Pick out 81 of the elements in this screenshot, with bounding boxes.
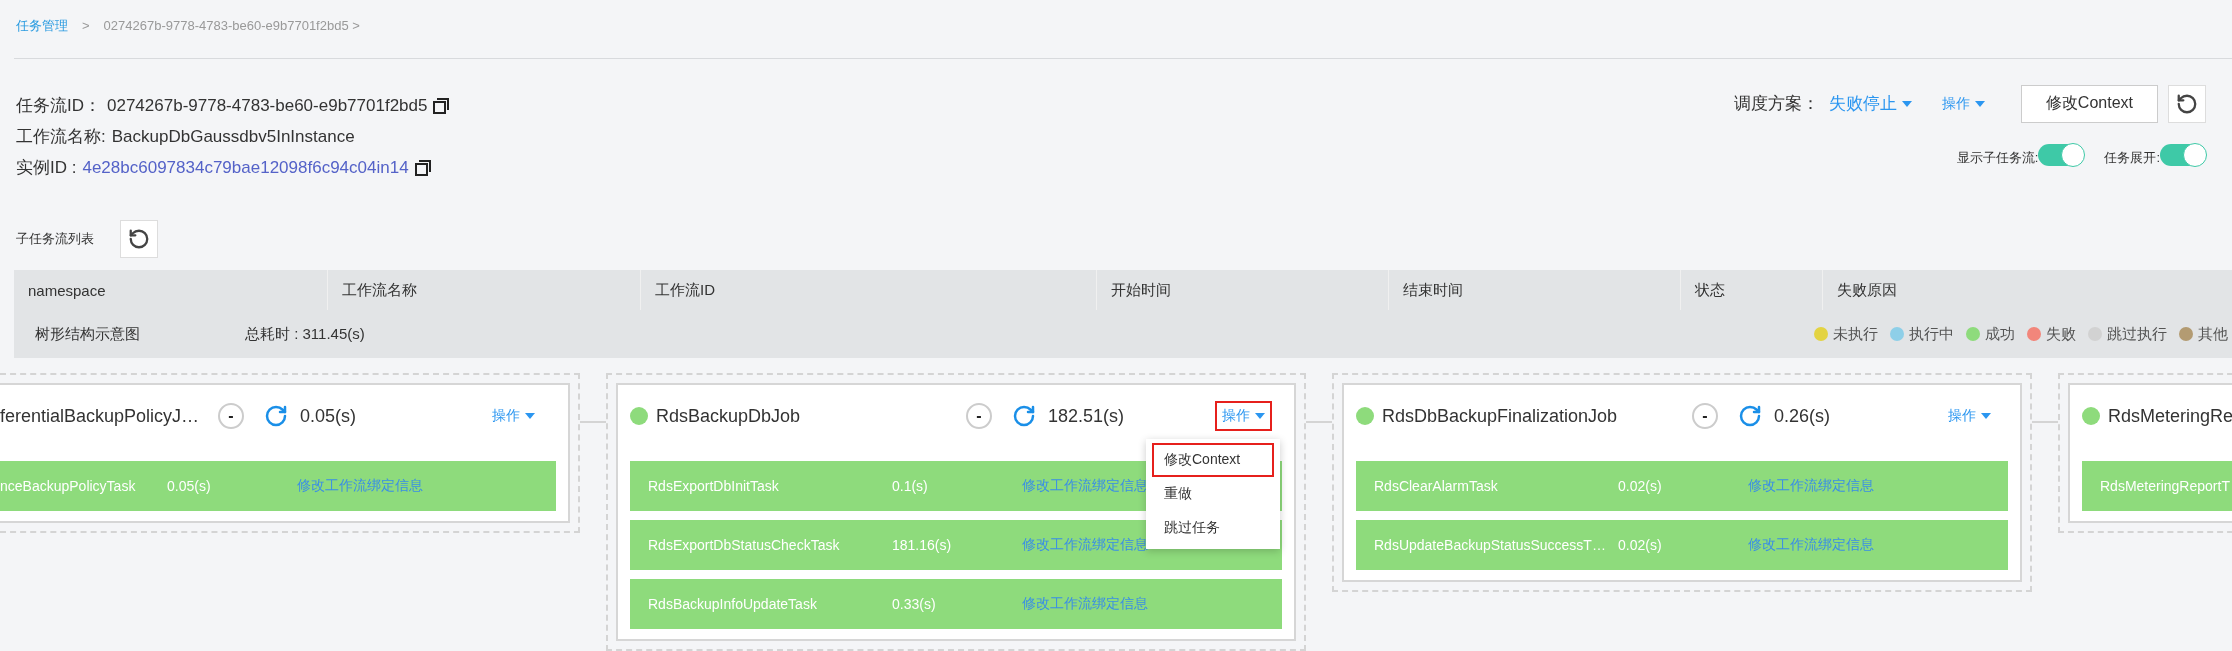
collapse-button[interactable]: - [1692, 403, 1718, 429]
toggle-switch[interactable] [2038, 143, 2085, 166]
column-header: 开始时间 [1111, 280, 1171, 300]
task-duration: 181.16(s) [892, 537, 953, 553]
info-label: 实例ID : [16, 157, 77, 180]
edit-binding-link[interactable]: 修改工作流绑定信息 [1748, 477, 1874, 495]
tree-title: 树形结构示意图 [35, 324, 141, 344]
task-duration: 0.02(s) [1618, 478, 1663, 494]
job-name: ferentialBackupPolicyJ… [0, 405, 201, 427]
task-name: RdsBackupInfoUpdateTask [648, 596, 818, 612]
task-name: nceBackupPolicyTask [0, 478, 137, 494]
job-duration: 0.05(s) [300, 405, 357, 427]
job-name: RdsDbBackupFinalizationJob [1382, 405, 1619, 427]
task-name: RdsExportDbStatusCheckTask [648, 537, 841, 553]
section-title: 子任务流列表 [16, 230, 94, 249]
info-label: 任务流ID： [16, 95, 101, 118]
refresh-button[interactable] [120, 220, 158, 259]
column-header: 失败原因 [1837, 280, 1897, 300]
actions-dropdown[interactable]: 操作 [1941, 94, 1985, 113]
task-duration: 0.1(s) [892, 478, 929, 494]
legend-label: 成功 [1985, 324, 2015, 344]
breadcrumb-item: 0274267b-9778-4783-be60-e9b7701f2bd5 > [103, 18, 360, 34]
job-duration: 182.51(s) [1048, 405, 1125, 427]
job-name: RdsBackupDbJob [656, 405, 802, 427]
breadcrumb-separator: > [82, 18, 90, 34]
column-header: 工作流名称 [342, 280, 417, 300]
schedule-dropdown[interactable]: 失败停止 [1828, 92, 1912, 116]
collapse-button[interactable]: - [218, 403, 244, 429]
task-duration: 0.33(s) [892, 596, 937, 612]
refresh-button[interactable] [2168, 84, 2206, 123]
edit-binding-link[interactable]: 修改工作流绑定信息 [1748, 536, 1874, 554]
task-name: RdsExportDbInitTask [648, 478, 780, 494]
copy-icon[interactable] [414, 159, 431, 176]
legend-label: 其他 [2198, 324, 2228, 344]
caret-icon [525, 413, 535, 419]
actions-dropdown[interactable]: 操作 [1215, 401, 1272, 431]
legend-label: 跳过执行 [2107, 324, 2167, 344]
caret-icon [1901, 100, 1912, 107]
toggle-switch[interactable] [2160, 143, 2206, 166]
schedule-label: 调度方案： [1733, 93, 1819, 116]
job-duration: 0.26(s) [1774, 405, 1831, 427]
refresh-icon[interactable] [1738, 404, 1762, 428]
column-header: namespace [28, 281, 106, 299]
edit-binding-link[interactable]: 修改工作流绑定信息 [1022, 477, 1148, 495]
edit-context-button[interactable]: 修改Context [2020, 84, 2158, 123]
actions-dropdown[interactable]: 操作 [1941, 401, 1998, 431]
caret-icon [1974, 100, 1985, 107]
task-duration: 0.02(s) [1618, 537, 1663, 553]
refresh-icon [2176, 92, 2198, 115]
menu-item[interactable]: 修改Context [1152, 443, 1274, 477]
legend-label: 未执行 [1833, 324, 1878, 344]
task-name: RdsUpdateBackupStatusSuccessT… [1374, 537, 1607, 553]
column-header: 结束时间 [1403, 280, 1463, 300]
caret-icon [1981, 413, 1991, 419]
info-value: 0274267b-9778-4783-be60-e9b7701f2bd5 [107, 95, 428, 116]
task-name: RdsClearAlarmTask [1374, 478, 1499, 494]
refresh-icon [128, 228, 150, 251]
total-time: 总耗时 : 311.45(s) [245, 324, 365, 344]
menu-item[interactable]: 跳过任务 [1152, 511, 1274, 545]
job-name: RdsMeteringRe [2108, 405, 2232, 427]
info-label: 工作流名称: [16, 126, 106, 149]
collapse-button[interactable]: - [966, 403, 992, 429]
info-value: BackupDbGaussdbv5InInstance [111, 126, 355, 147]
refresh-icon[interactable] [1012, 404, 1036, 428]
edit-binding-link[interactable]: 修改工作流绑定信息 [297, 477, 423, 495]
menu-item[interactable]: 重做 [1152, 477, 1274, 511]
caret-icon [1255, 413, 1265, 419]
refresh-icon[interactable] [264, 404, 288, 428]
edit-binding-link[interactable]: 修改工作流绑定信息 [1022, 595, 1148, 613]
task-name: RdsMeteringReportT [2100, 478, 2231, 494]
info-link[interactable]: 4e28bc6097834c79bae12098f6c94c04in14 [82, 157, 409, 178]
actions-dropdown[interactable]: 操作 [485, 401, 542, 431]
toggle-label: 显示子任务流: [1956, 148, 2039, 167]
column-header: 状态 [1695, 280, 1725, 300]
toggle-label: 任务展开: [2104, 148, 2160, 167]
column-header: 工作流ID [655, 280, 715, 300]
copy-icon[interactable] [433, 97, 450, 114]
legend-label: 失败 [2046, 324, 2076, 344]
task-duration: 0.05(s) [167, 478, 212, 494]
breadcrumb-link[interactable]: 任务管理 [16, 16, 68, 35]
legend-label: 执行中 [1909, 324, 1954, 344]
